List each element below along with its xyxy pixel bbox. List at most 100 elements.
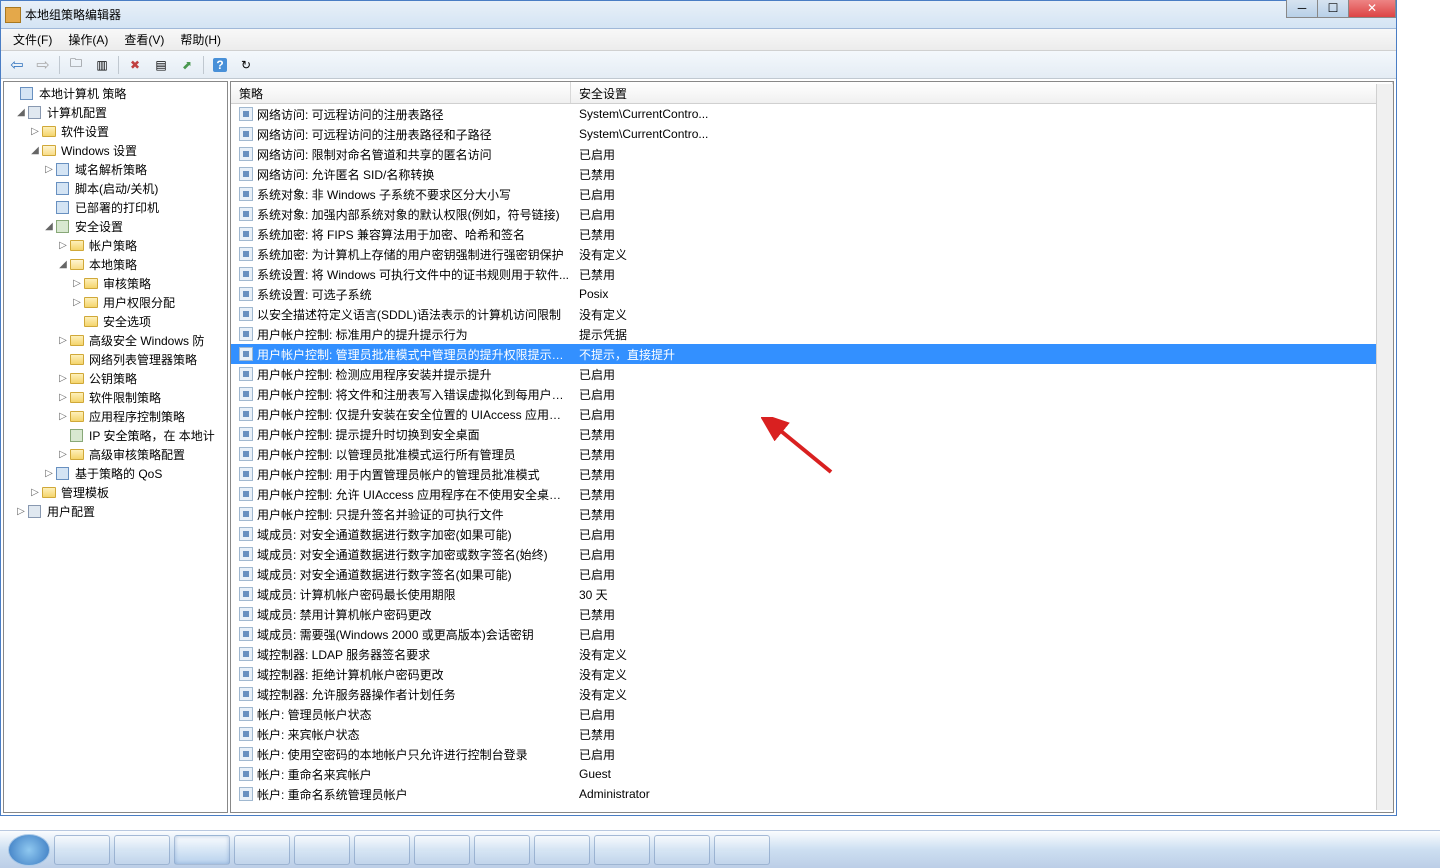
list-row[interactable]: 网络访问: 可远程访问的注册表路径System\CurrentContro... <box>231 104 1393 124</box>
list-row[interactable]: 用户帐户控制: 以管理员批准模式运行所有管理员已禁用 <box>231 444 1393 464</box>
task-item[interactable] <box>354 835 410 865</box>
menu-view[interactable]: 查看(V) <box>116 29 172 50</box>
task-item[interactable] <box>174 835 230 865</box>
expander-icon[interactable]: ▷ <box>70 297 84 308</box>
up-button[interactable]: 🗀 <box>64 54 88 76</box>
expander-icon[interactable]: ▷ <box>56 449 70 460</box>
help-button[interactable]: ? <box>208 54 232 76</box>
tree-audit-policy[interactable]: ▷审核策略 <box>6 274 228 293</box>
tree-security-settings[interactable]: ◢安全设置 <box>6 217 228 236</box>
list-body[interactable]: 网络访问: 可远程访问的注册表路径System\CurrentContro...… <box>231 104 1393 812</box>
expander-icon[interactable]: ▷ <box>56 373 70 384</box>
tree-name-resolution[interactable]: ▷域名解析策略 <box>6 160 228 179</box>
list-row[interactable]: 域成员: 对安全通道数据进行数字签名(如果可能)已启用 <box>231 564 1393 584</box>
expander-icon[interactable]: ▷ <box>42 164 56 175</box>
show-hide-button[interactable]: ▥ <box>90 54 114 76</box>
tree-user-rights[interactable]: ▷用户权限分配 <box>6 293 228 312</box>
tree-ip-security[interactable]: IP 安全策略，在 本地计 <box>6 426 228 445</box>
expander-open-icon[interactable]: ◢ <box>42 221 56 232</box>
tree-software-settings[interactable]: ▷软件设置 <box>6 122 228 141</box>
list-row[interactable]: 网络访问: 限制对命名管道和共享的匿名访问已启用 <box>231 144 1393 164</box>
task-item[interactable] <box>414 835 470 865</box>
expander-icon[interactable]: ▷ <box>56 240 70 251</box>
tree-deployed-printers[interactable]: 已部署的打印机 <box>6 198 228 217</box>
start-button[interactable] <box>8 834 50 866</box>
tree-panel[interactable]: 本地计算机 策略 ◢计算机配置 ▷软件设置 ◢Windows 设置 ▷域名解析策… <box>3 81 228 813</box>
task-item[interactable] <box>534 835 590 865</box>
tree-network-list[interactable]: 网络列表管理器策略 <box>6 350 228 369</box>
task-item[interactable] <box>54 835 110 865</box>
expander-open-icon[interactable]: ◢ <box>14 107 28 118</box>
list-row[interactable]: 帐户: 管理员帐户状态已启用 <box>231 704 1393 724</box>
vertical-scrollbar[interactable] <box>1376 84 1393 810</box>
maximize-button[interactable]: ☐ <box>1317 0 1349 18</box>
list-row[interactable]: 帐户: 重命名来宾帐户Guest <box>231 764 1393 784</box>
list-row[interactable]: 用户帐户控制: 管理员批准模式中管理员的提升权限提示的...不提示，直接提升 <box>231 344 1393 364</box>
task-item[interactable] <box>714 835 770 865</box>
list-row[interactable]: 系统加密: 将 FIPS 兼容算法用于加密、哈希和签名已禁用 <box>231 224 1393 244</box>
tree-public-key[interactable]: ▷公钥策略 <box>6 369 228 388</box>
expander-open-icon[interactable]: ◢ <box>56 259 70 270</box>
nav-forward-button[interactable]: ⇨ <box>31 54 55 76</box>
menu-action[interactable]: 操作(A) <box>60 29 116 50</box>
expander-icon[interactable]: ▷ <box>28 126 42 137</box>
column-header-setting[interactable]: 安全设置 <box>571 82 1393 103</box>
expander-open-icon[interactable]: ◢ <box>28 145 42 156</box>
list-row[interactable]: 域成员: 禁用计算机帐户密码更改已禁用 <box>231 604 1393 624</box>
tree-advanced-audit[interactable]: ▷高级审核策略配置 <box>6 445 228 464</box>
tree-local-policies[interactable]: ◢本地策略 <box>6 255 228 274</box>
list-row[interactable]: 以安全描述符定义语言(SDDL)语法表示的计算机访问限制没有定义 <box>231 304 1393 324</box>
list-row[interactable]: 用户帐户控制: 仅提升安装在安全位置的 UIAccess 应用程序已启用 <box>231 404 1393 424</box>
list-row[interactable]: 用户帐户控制: 只提升签名并验证的可执行文件已禁用 <box>231 504 1393 524</box>
tree-admin-templates[interactable]: ▷管理模板 <box>6 483 228 502</box>
export-button[interactable]: ⬈ <box>175 54 199 76</box>
list-row[interactable]: 系统设置: 可选子系统Posix <box>231 284 1393 304</box>
expander-icon[interactable]: ▷ <box>70 278 84 289</box>
refresh-button[interactable]: ↻ <box>234 54 258 76</box>
expander-icon[interactable]: ▷ <box>56 392 70 403</box>
menu-help[interactable]: 帮助(H) <box>172 29 229 50</box>
delete-button[interactable]: ✖ <box>123 54 147 76</box>
menu-file[interactable]: 文件(F) <box>5 29 60 50</box>
task-item[interactable] <box>474 835 530 865</box>
task-item[interactable] <box>594 835 650 865</box>
tree-account-policies[interactable]: ▷帐户策略 <box>6 236 228 255</box>
tree-user-config[interactable]: ▷用户配置 <box>6 502 228 521</box>
list-row[interactable]: 域成员: 需要强(Windows 2000 或更高版本)会话密钥已启用 <box>231 624 1393 644</box>
tree-security-options[interactable]: 安全选项 <box>6 312 228 331</box>
list-row[interactable]: 域成员: 计算机帐户密码最长使用期限30 天 <box>231 584 1393 604</box>
list-row[interactable]: 帐户: 来宾帐户状态已禁用 <box>231 724 1393 744</box>
list-row[interactable]: 帐户: 使用空密码的本地帐户只允许进行控制台登录已启用 <box>231 744 1393 764</box>
list-row[interactable]: 用户帐户控制: 提示提升时切换到安全桌面已禁用 <box>231 424 1393 444</box>
list-row[interactable]: 域控制器: 允许服务器操作者计划任务没有定义 <box>231 684 1393 704</box>
taskbar[interactable] <box>0 830 1440 868</box>
tree-advanced-firewall[interactable]: ▷高级安全 Windows 防 <box>6 331 228 350</box>
tree-app-control[interactable]: ▷应用程序控制策略 <box>6 407 228 426</box>
expander-icon[interactable]: ▷ <box>14 506 28 517</box>
list-row[interactable]: 系统加密: 为计算机上存储的用户密钥强制进行强密钥保护没有定义 <box>231 244 1393 264</box>
list-row[interactable]: 域控制器: 拒绝计算机帐户密码更改没有定义 <box>231 664 1393 684</box>
task-item[interactable] <box>234 835 290 865</box>
minimize-button[interactable]: ─ <box>1286 0 1318 18</box>
list-row[interactable]: 域成员: 对安全通道数据进行数字加密或数字签名(始终)已启用 <box>231 544 1393 564</box>
list-row[interactable]: 用户帐户控制: 将文件和注册表写入错误虚拟化到每用户位置已启用 <box>231 384 1393 404</box>
list-row[interactable]: 域控制器: LDAP 服务器签名要求没有定义 <box>231 644 1393 664</box>
list-row[interactable]: 用户帐户控制: 允许 UIAccess 应用程序在不使用安全桌面...已禁用 <box>231 484 1393 504</box>
tree-windows-settings[interactable]: ◢Windows 设置 <box>6 141 228 160</box>
task-item[interactable] <box>654 835 710 865</box>
list-row[interactable]: 系统对象: 加强内部系统对象的默认权限(例如，符号链接)已启用 <box>231 204 1393 224</box>
properties-button[interactable]: ▤ <box>149 54 173 76</box>
list-row[interactable]: 网络访问: 可远程访问的注册表路径和子路径System\CurrentContr… <box>231 124 1393 144</box>
expander-icon[interactable]: ▷ <box>28 487 42 498</box>
tree-software-restriction[interactable]: ▷软件限制策略 <box>6 388 228 407</box>
task-item[interactable] <box>294 835 350 865</box>
list-row[interactable]: 域成员: 对安全通道数据进行数字加密(如果可能)已启用 <box>231 524 1393 544</box>
close-button[interactable]: ✕ <box>1348 0 1396 18</box>
list-row[interactable]: 系统对象: 非 Windows 子系统不要求区分大小写已启用 <box>231 184 1393 204</box>
task-item[interactable] <box>114 835 170 865</box>
list-row[interactable]: 网络访问: 允许匿名 SID/名称转换已禁用 <box>231 164 1393 184</box>
list-row[interactable]: 用户帐户控制: 检测应用程序安装并提示提升已启用 <box>231 364 1393 384</box>
tree-qos[interactable]: ▷基于策略的 QoS <box>6 464 228 483</box>
nav-back-button[interactable]: ⇦ <box>5 54 29 76</box>
list-row[interactable]: 帐户: 重命名系统管理员帐户Administrator <box>231 784 1393 804</box>
